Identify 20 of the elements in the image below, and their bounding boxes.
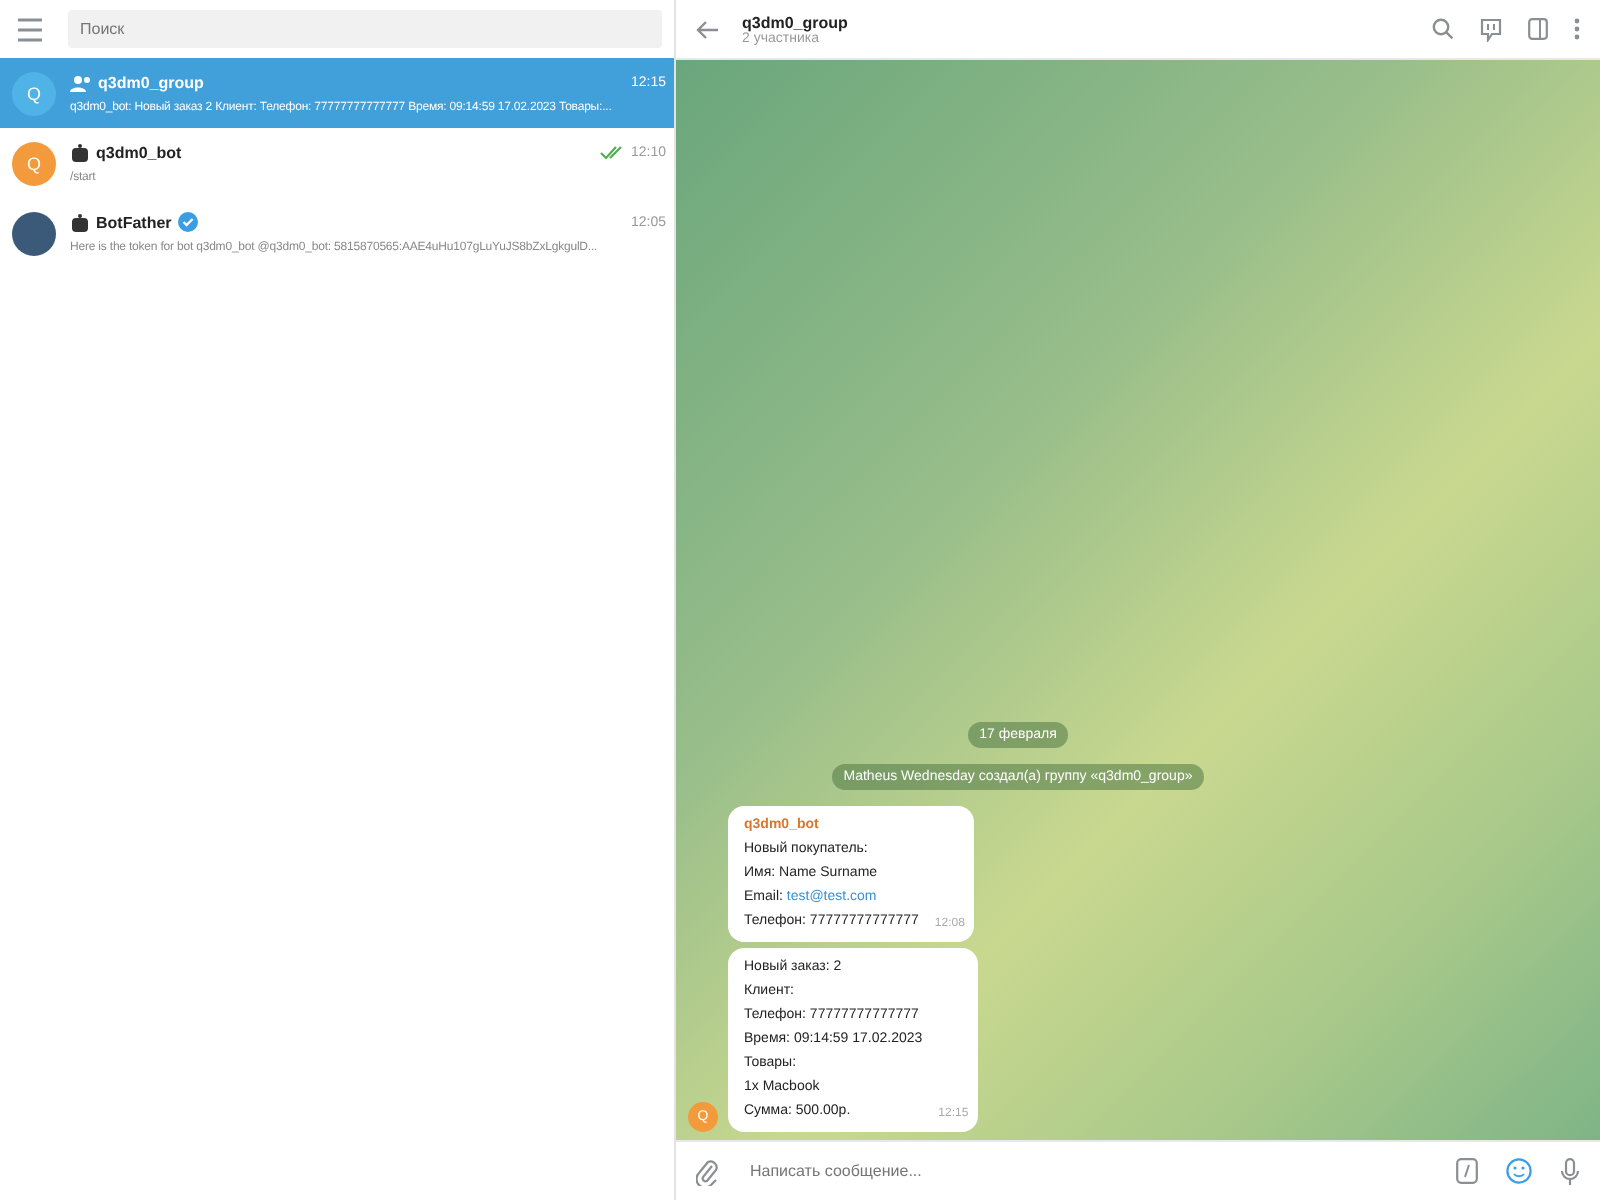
search-field[interactable]: Поиск xyxy=(68,10,662,48)
paperclip-icon[interactable] xyxy=(696,1157,718,1185)
emoji-icon[interactable] xyxy=(1506,1158,1532,1184)
chat-name: q3dm0_group xyxy=(98,73,204,91)
command-icon[interactable] xyxy=(1456,1158,1478,1184)
chat-name: BotFather xyxy=(96,213,172,231)
menu-icon[interactable] xyxy=(16,17,44,41)
group-icon xyxy=(70,73,92,91)
chat-title: q3dm0_group xyxy=(742,13,848,31)
back-arrow-icon[interactable] xyxy=(696,19,720,39)
avatar: Q xyxy=(12,141,56,185)
chat-bubble-icon[interactable] xyxy=(1480,17,1502,41)
search-icon[interactable] xyxy=(1432,18,1454,40)
bot-icon xyxy=(70,143,90,161)
sidebar-toggle-icon[interactable] xyxy=(1528,18,1548,40)
avatar: Q xyxy=(12,71,56,115)
microphone-icon[interactable] xyxy=(1560,1157,1580,1185)
bot-icon xyxy=(70,213,90,231)
more-icon[interactable] xyxy=(1574,18,1580,40)
chat-name: q3dm0_bot xyxy=(96,143,182,161)
